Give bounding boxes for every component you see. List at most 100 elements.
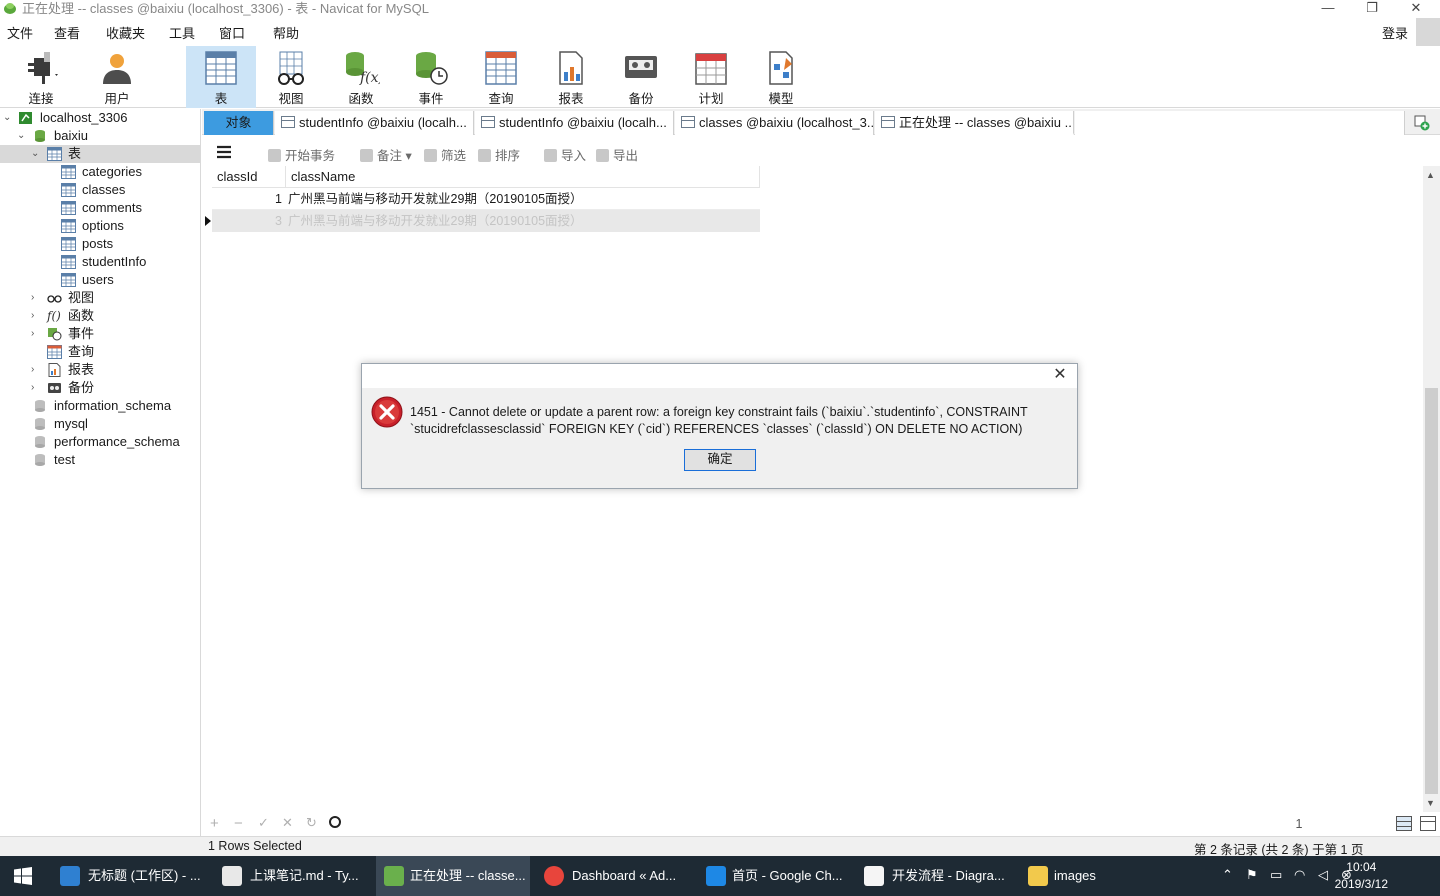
table-icon bbox=[61, 237, 76, 251]
taskbar-diagrams[interactable]: 开发流程 - Diagra... bbox=[858, 856, 1018, 896]
toolbar-report-button[interactable]: 报表 bbox=[536, 46, 606, 108]
toolbar-query-button[interactable]: 查询 bbox=[466, 46, 536, 108]
cell-classid[interactable]: 3 bbox=[212, 210, 282, 232]
tab-classes-design[interactable]: classes @baixiu (localhost_3... bbox=[675, 111, 874, 135]
scrollbar-thumb[interactable] bbox=[1425, 388, 1438, 794]
taskbar-vscode[interactable]: 无标题 (工作区) - ... bbox=[52, 856, 212, 896]
taskbar-typora[interactable]: 上课笔记.md - Ty... bbox=[214, 856, 374, 896]
tab-studentinfo-2[interactable]: studentInfo @baixiu (localh... bbox=[475, 111, 674, 135]
menu-view[interactable]: 查看 bbox=[54, 23, 80, 42]
scroll-up-icon[interactable]: ▲ bbox=[1426, 170, 1435, 180]
menu-favorites[interactable]: 收藏夹 bbox=[106, 23, 145, 42]
tray-volume-icon[interactable]: ◁ bbox=[1318, 867, 1328, 883]
filter-button[interactable]: 筛选 bbox=[424, 145, 466, 164]
taskbar-chrome-home[interactable]: 首页 - Google Ch... bbox=[698, 856, 858, 896]
minimize-button[interactable]: — bbox=[1308, 0, 1348, 17]
tab-studentinfo-1[interactable]: studentInfo @baixiu (localh... bbox=[275, 111, 474, 135]
toolbar-connect-button[interactable]: 连接 bbox=[6, 46, 76, 108]
grid-view-icon[interactable] bbox=[1396, 816, 1412, 831]
tree-database-item[interactable]: information_schema bbox=[0, 397, 200, 415]
taskbar-navicat[interactable]: 正在处理 -- classe... bbox=[376, 856, 530, 896]
close-window-button[interactable]: ✕ bbox=[1396, 0, 1436, 17]
taskbar-images-folder[interactable]: images bbox=[1020, 856, 1180, 896]
toolbar-event-button[interactable]: 事件 bbox=[396, 46, 466, 108]
menu-help[interactable]: 帮助 bbox=[273, 23, 299, 42]
form-view-icon[interactable] bbox=[1420, 816, 1436, 831]
tree-events-node[interactable]: › 事件 bbox=[0, 325, 200, 343]
toolbar-schedule-button[interactable]: 计划 bbox=[676, 46, 746, 108]
tree-views-node[interactable]: › 视图 bbox=[0, 289, 200, 307]
tree-reports-node[interactable]: › 报表 bbox=[0, 361, 200, 379]
tree-table-item[interactable]: comments bbox=[0, 199, 200, 217]
toolbar-view-button[interactable]: 视图 bbox=[256, 46, 326, 108]
tree-table-item[interactable]: classes bbox=[0, 181, 200, 199]
ok-button[interactable]: 确定 bbox=[684, 449, 756, 471]
chevron-right-icon[interactable]: › bbox=[31, 383, 41, 393]
column-header-classname[interactable]: className bbox=[286, 166, 760, 188]
menu-window[interactable]: 窗口 bbox=[219, 23, 245, 42]
tree-table-item[interactable]: users bbox=[0, 271, 200, 289]
table-row[interactable]: 1 广州黑马前端与移动开发就业29期（20190105面授） bbox=[212, 188, 760, 210]
tray-flag-icon[interactable]: ⚑ bbox=[1246, 867, 1258, 883]
tree-table-item[interactable]: categories bbox=[0, 163, 200, 181]
chevron-right-icon[interactable]: › bbox=[31, 293, 41, 303]
tree-table-item[interactable]: posts bbox=[0, 235, 200, 253]
taskbar-chrome-dashboard[interactable]: Dashboard « Ad... bbox=[536, 856, 696, 896]
chevron-down-icon[interactable]: ⌄ bbox=[3, 113, 13, 123]
toolbar-function-button[interactable]: f(x) 函数 bbox=[326, 46, 396, 108]
discard-icon[interactable]: ✕ bbox=[282, 815, 293, 831]
delete-record-icon[interactable]: − bbox=[234, 815, 243, 832]
chevron-right-icon[interactable]: › bbox=[31, 329, 41, 339]
sort-button[interactable]: 排序 bbox=[478, 145, 520, 164]
menu-file[interactable]: 文件 bbox=[7, 23, 33, 42]
column-header-classid[interactable]: classId bbox=[212, 166, 286, 188]
chevron-right-icon[interactable]: › bbox=[31, 311, 41, 321]
tray-battery-icon[interactable]: ▭ bbox=[1270, 867, 1282, 883]
scroll-down-icon[interactable]: ▼ bbox=[1426, 798, 1435, 808]
new-tab-icon[interactable] bbox=[1414, 115, 1430, 131]
cell-classid[interactable]: 1 bbox=[212, 188, 282, 210]
tray-wifi-icon[interactable]: ◠ bbox=[1294, 867, 1305, 883]
chevron-down-icon[interactable]: ⌄ bbox=[31, 149, 41, 159]
windows-start-icon[interactable] bbox=[14, 867, 32, 885]
chevron-right-icon[interactable]: › bbox=[31, 365, 41, 375]
chevron-down-icon[interactable]: ⌄ bbox=[17, 131, 27, 141]
avatar[interactable] bbox=[1416, 18, 1440, 46]
toolbar-user-button[interactable]: 用户 bbox=[82, 46, 152, 108]
connection-icon bbox=[19, 112, 32, 124]
toolbar-model-button[interactable]: 模型 bbox=[746, 46, 816, 108]
apply-icon[interactable]: ✓ bbox=[258, 815, 269, 831]
refresh-icon[interactable]: ↻ bbox=[306, 815, 317, 831]
table-row-selected[interactable]: 3 广州黑马前端与移动开发就业29期（20190105面授） bbox=[212, 210, 760, 232]
close-icon[interactable]: ✕ bbox=[1051, 366, 1069, 384]
tree-database-item[interactable]: performance_schema bbox=[0, 433, 200, 451]
restore-button[interactable]: ❐ bbox=[1352, 0, 1392, 17]
tree-functions-node[interactable]: › f() 函数 bbox=[0, 307, 200, 325]
cell-classname[interactable]: 广州黑马前端与移动开发就业29期（20190105面授） bbox=[288, 210, 758, 232]
import-button[interactable]: 导入 bbox=[544, 145, 586, 164]
plug-icon bbox=[28, 52, 58, 84]
add-record-icon[interactable]: + bbox=[210, 815, 219, 832]
tree-queries-node[interactable]: 查询 bbox=[0, 343, 200, 361]
memo-button[interactable]: 备注 ▾ bbox=[360, 145, 412, 164]
login-link[interactable]: 登录 bbox=[1382, 23, 1408, 42]
export-button[interactable]: 导出 bbox=[596, 145, 638, 164]
tree-database-item[interactable]: test bbox=[0, 451, 200, 469]
tray-chevron-up-icon[interactable]: ⌃ bbox=[1222, 867, 1233, 883]
tree-table-item[interactable]: studentInfo bbox=[0, 253, 200, 271]
toolbar-backup-button[interactable]: 备份 bbox=[606, 46, 676, 108]
tree-tables-node[interactable]: ⌄ 表 bbox=[0, 145, 200, 163]
tree-backups-node[interactable]: › 备份 bbox=[0, 379, 200, 397]
begin-transaction-button[interactable]: 开始事务 bbox=[268, 145, 335, 164]
cell-classname[interactable]: 广州黑马前端与移动开发就业29期（20190105面授） bbox=[288, 188, 758, 210]
tab-objects[interactable]: 对象 bbox=[204, 111, 274, 135]
menu-tools[interactable]: 工具 bbox=[169, 23, 195, 42]
tree-table-item[interactable]: options bbox=[0, 217, 200, 235]
taskbar-clock[interactable]: 10:04 2019/3/12 bbox=[1335, 859, 1388, 893]
stop-icon[interactable] bbox=[329, 816, 341, 828]
tree-database-item[interactable]: mysql bbox=[0, 415, 200, 433]
tab-classes-data[interactable]: 正在处理 -- classes @baixiu ... bbox=[875, 111, 1074, 135]
page-number[interactable]: 1 bbox=[1288, 814, 1310, 834]
toolbar-table-button[interactable]: 表 bbox=[186, 46, 256, 108]
hamburger-menu-icon[interactable] bbox=[216, 145, 232, 159]
